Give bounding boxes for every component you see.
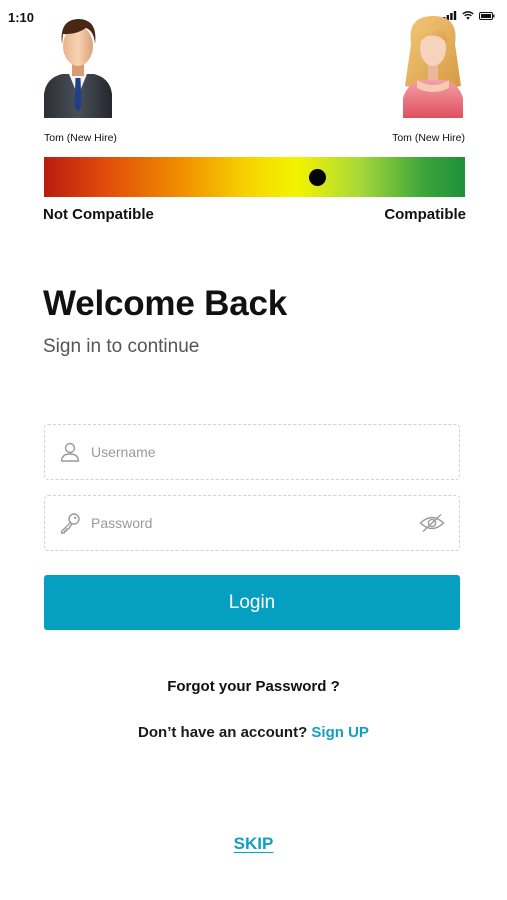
- signup-row: Don’t have an account? Sign UP: [0, 724, 507, 741]
- compatibility-meter: [44, 157, 465, 197]
- female-avatar-icon: [397, 14, 469, 120]
- male-avatar-icon: [42, 14, 114, 120]
- key-icon: [60, 513, 80, 534]
- password-input[interactable]: [91, 506, 411, 540]
- username-field[interactable]: [44, 424, 460, 480]
- not-compatible-label: Not Compatible: [43, 206, 154, 223]
- eye-slash-icon[interactable]: [419, 513, 445, 533]
- skip-link[interactable]: SKIP: [0, 834, 507, 854]
- page-subtitle: Sign in to continue: [43, 336, 200, 357]
- password-field[interactable]: [44, 495, 460, 551]
- battery-icon: [479, 11, 495, 20]
- forgot-password-link[interactable]: Forgot your Password ?: [0, 678, 507, 695]
- login-button[interactable]: Login: [44, 575, 460, 630]
- username-input[interactable]: [91, 435, 411, 469]
- signup-link[interactable]: Sign UP: [311, 724, 369, 741]
- right-profile-caption: Tom (New Hire): [392, 132, 465, 144]
- left-profile-caption: Tom (New Hire): [44, 132, 117, 144]
- compatible-label: Compatible: [384, 206, 466, 223]
- user-icon: [60, 442, 80, 462]
- page-title: Welcome Back: [43, 284, 288, 323]
- compatibility-marker: [309, 169, 327, 186]
- status-time: 1:10: [8, 10, 35, 25]
- no-account-text: Don’t have an account?: [138, 724, 308, 741]
